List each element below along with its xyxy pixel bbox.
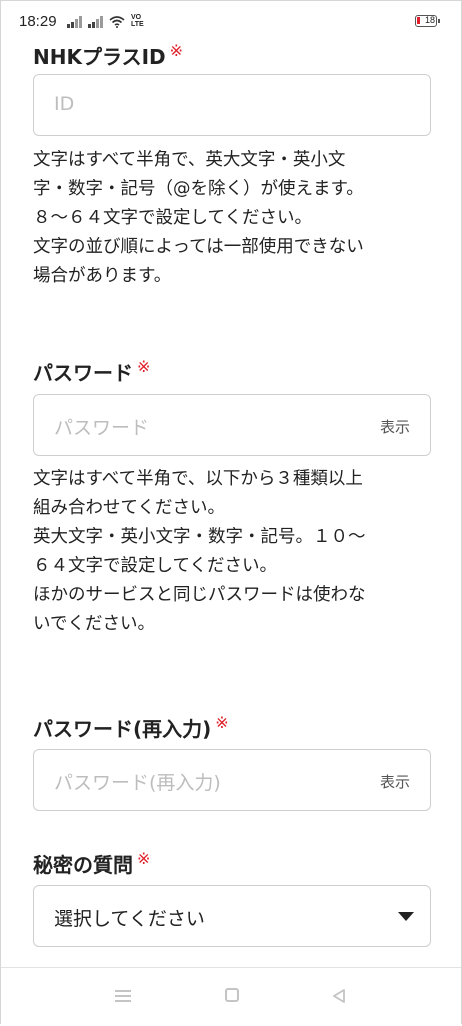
back-icon[interactable] [331,988,347,1004]
status-bar: 18:29 VO LTE 18 [1,1,461,41]
battery-icon: 18 [415,15,440,27]
signal-icon [67,16,82,28]
required-mark: ※ [137,849,151,868]
secret-question-label: 秘密の質問 ※ [33,849,151,877]
id-placeholder: ID [54,93,75,115]
password-label: パスワード ※ [33,357,151,385]
secret-question-value: 選択してください [54,908,205,930]
status-time: 18:29 [19,13,57,30]
volte-icon: VO LTE [131,14,144,28]
signal-icon [88,16,103,28]
password-input[interactable]: パスワード 表示 [33,394,431,456]
battery-level: 18 [424,15,435,25]
system-nav-bar [1,967,461,1026]
password-confirm-label: パスワード(再入力) ※ [33,713,229,741]
menu-icon[interactable] [115,990,131,1002]
password-confirm-show-toggle[interactable]: 表示 [380,771,410,792]
secret-question-select[interactable]: 選択してください [33,885,431,947]
required-mark: ※ [215,713,229,732]
id-input[interactable]: ID [33,74,431,136]
id-label: NHKプラスID ※ [33,41,184,69]
wifi-icon [109,16,125,28]
id-help-text: 文字はすべて半角で、英大文字・英小文 字・数字・記号（@を除く）が使えます。 ８… [33,150,364,286]
password-placeholder: パスワード [54,417,150,439]
password-help-text: 文字はすべて半角で、以下から３種類以上 組み合わせてください。 英大文字・英小文… [33,469,366,634]
password-confirm-input[interactable]: パスワード(再入力) 表示 [33,749,431,811]
home-icon[interactable] [225,988,239,1002]
status-icons: VO LTE [67,14,144,28]
password-show-toggle[interactable]: 表示 [380,416,410,437]
required-mark: ※ [169,41,184,60]
dropdown-caret-icon [398,912,414,921]
password-confirm-placeholder: パスワード(再入力) [54,772,221,794]
required-mark: ※ [137,357,151,376]
